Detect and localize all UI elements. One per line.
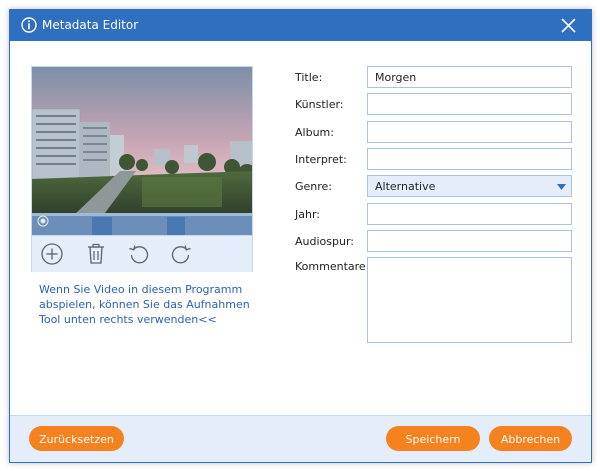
close-icon[interactable]: [560, 17, 577, 34]
cancel-button[interactable]: Abbrechen: [489, 426, 572, 451]
genre-label: Genre:: [295, 180, 333, 193]
title-bar: Metadata Editor: [10, 10, 591, 41]
artist-field[interactable]: [367, 93, 572, 115]
preview-toolbar: [32, 235, 252, 272]
album-field[interactable]: [367, 121, 572, 143]
add-icon[interactable]: [40, 242, 64, 266]
year-field[interactable]: [367, 203, 572, 225]
metadata-editor-dialog: Metadata Editor Wenn Sie Video in diesem…: [9, 9, 592, 463]
rotate-right-icon[interactable]: [169, 242, 193, 266]
title-field[interactable]: [367, 66, 572, 88]
rotate-left-icon[interactable]: [127, 242, 151, 266]
genre-selected-value: Alternative: [375, 180, 436, 193]
artist-label: Künstler:: [295, 98, 344, 111]
track-label: Audiospur:: [295, 235, 354, 248]
comments-field[interactable]: [367, 257, 572, 343]
dialog-title: Metadata Editor: [42, 18, 139, 32]
video-thumbnail-image: [32, 67, 252, 235]
chevron-down-icon: [557, 184, 566, 190]
title-label: Title:: [295, 71, 323, 84]
interpreter-field[interactable]: [367, 148, 572, 170]
info-icon: [21, 17, 37, 33]
interpreter-label: Interpret:: [295, 153, 347, 166]
comments-label: Kommentare:: [295, 260, 370, 273]
video-preview-panel: [31, 66, 253, 272]
video-thumbnail: [32, 67, 252, 235]
reset-button[interactable]: Zurücksetzen: [29, 426, 124, 451]
save-button[interactable]: Speichern: [386, 426, 480, 451]
trash-icon[interactable]: [84, 242, 108, 266]
track-field[interactable]: [367, 230, 572, 252]
album-label: Album:: [295, 126, 334, 139]
dialog-footer: Zurücksetzen Speichern Abbrechen: [10, 415, 591, 462]
genre-select[interactable]: Alternative: [367, 175, 572, 197]
year-label: Jahr:: [295, 208, 320, 221]
recording-hint-link[interactable]: Wenn Sie Video in diesem Programm abspie…: [39, 282, 269, 327]
